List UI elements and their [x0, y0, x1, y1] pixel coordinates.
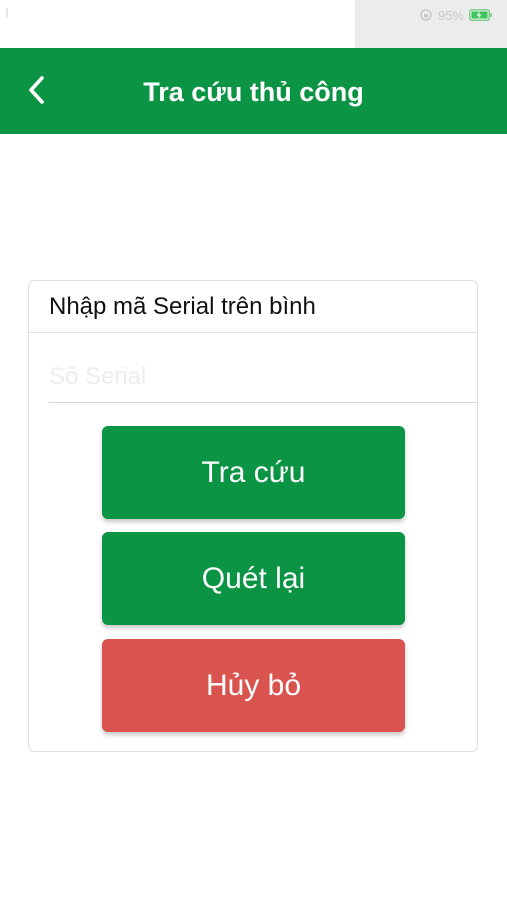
status-indicators: 95% — [419, 6, 493, 24]
page-title: Tra cứu thủ công — [143, 77, 364, 107]
battery-charging-icon — [469, 9, 492, 21]
cancel-button[interactable]: Hủy bỏ — [102, 639, 405, 732]
app-header: Tra cứu thủ công — [0, 48, 507, 134]
serial-lookup-card: Nhập mã Serial trên bình Tra cứu Quét lạ… — [28, 280, 478, 752]
serial-input[interactable] — [49, 351, 477, 403]
serial-prompt-label: Nhập mã Serial trên bình — [49, 293, 316, 320]
battery-percent: 95% — [437, 7, 464, 23]
orientation-lock-icon — [420, 9, 432, 21]
status-left-indicator — [6, 8, 8, 18]
card-divider — [29, 332, 477, 333]
status-bar: 95% — [0, 0, 507, 48]
lookup-button[interactable]: Tra cứu — [102, 426, 405, 519]
rescan-button[interactable]: Quét lại — [102, 532, 405, 625]
